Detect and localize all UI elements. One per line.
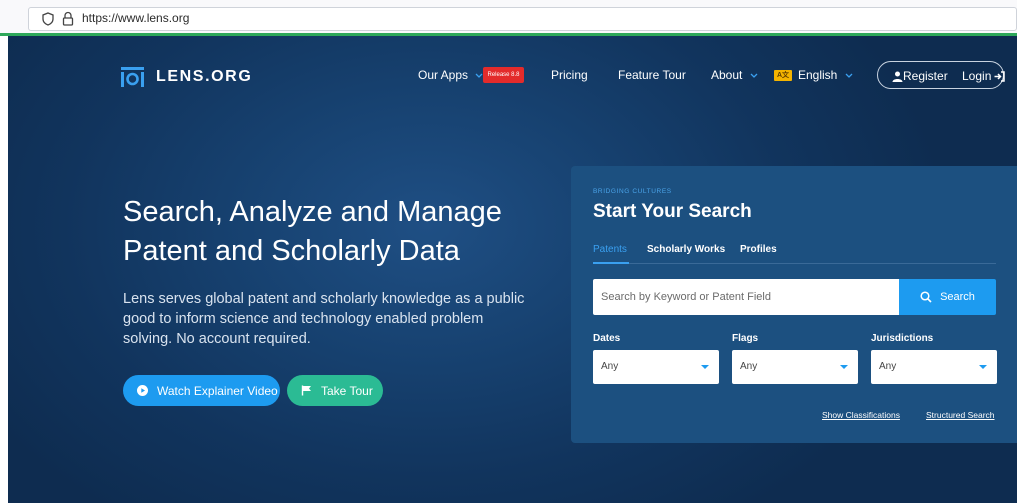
- jurisdictions-select[interactable]: Any: [871, 350, 997, 384]
- user-icon: [892, 71, 903, 82]
- nav-feature-tour[interactable]: Feature Tour: [618, 68, 686, 82]
- show-classifications-link[interactable]: Show Classifications: [822, 410, 900, 420]
- hero-subtext: Lens serves global patent and scholarly …: [123, 291, 525, 347]
- structured-search-link[interactable]: Structured Search: [926, 410, 995, 420]
- hero-headline: Search, Analyze and Manage Patent and Sc…: [123, 196, 502, 267]
- logo-text: LENS.ORG: [156, 68, 253, 85]
- nav-language-label: English: [798, 68, 838, 82]
- nav-about-label: About: [711, 68, 743, 82]
- filter-jurisdictions-label: Jurisdictions: [871, 333, 934, 344]
- nav-language[interactable]: A文 English: [774, 68, 853, 82]
- watch-video-label: Watch Explainer Video: [157, 383, 278, 398]
- hero-section: LENS.ORG Our Apps Release 8.8 Pricing Fe…: [8, 36, 1017, 503]
- url-text[interactable]: https://www.lens.org: [82, 11, 189, 25]
- tab-scholarly-works[interactable]: Scholarly Works: [647, 244, 725, 255]
- search-icon: [920, 291, 932, 303]
- jurisdictions-select-value: Any: [879, 361, 897, 372]
- shield-icon[interactable]: [41, 12, 55, 26]
- dates-select[interactable]: Any: [593, 350, 719, 384]
- search-input[interactable]: [593, 279, 899, 315]
- login-icon: [994, 70, 1006, 82]
- take-tour-button[interactable]: Take Tour: [287, 375, 383, 406]
- register-label: Register: [903, 69, 948, 83]
- nav-pricing[interactable]: Pricing: [551, 68, 588, 82]
- release-badge[interactable]: Release 8.8: [483, 67, 524, 83]
- panel-eyebrow: BRIDGING CULTURES: [593, 188, 672, 195]
- watch-video-button[interactable]: Watch Explainer Video: [123, 375, 280, 406]
- take-tour-label: Take Tour: [321, 383, 373, 398]
- login-label: Login: [962, 69, 992, 83]
- flags-select-value: Any: [740, 361, 758, 372]
- lock-icon[interactable]: [62, 11, 74, 26]
- caret-down-icon: [979, 365, 987, 369]
- active-tab-indicator: [593, 262, 629, 264]
- search-button[interactable]: Search: [899, 279, 996, 315]
- lens-logo-icon: [121, 67, 144, 87]
- auth-group: Register Login: [877, 61, 1006, 89]
- dates-select-value: Any: [601, 361, 619, 372]
- flags-select[interactable]: Any: [732, 350, 858, 384]
- flag-icon: [301, 385, 311, 396]
- filter-flags-label: Flags: [732, 333, 759, 344]
- language-flag-icon: A文: [774, 70, 792, 82]
- register-button[interactable]: Register: [892, 69, 948, 83]
- tab-divider: [593, 263, 996, 264]
- play-icon: [137, 385, 148, 396]
- chevron-down-icon: [845, 73, 853, 78]
- tab-patents[interactable]: Patents: [593, 244, 627, 255]
- nav-our-apps[interactable]: Our Apps: [418, 68, 483, 82]
- chevron-down-icon: [750, 73, 758, 78]
- nav-our-apps-label: Our Apps: [418, 68, 469, 82]
- caret-down-icon: [701, 365, 709, 369]
- filter-dates-label: Dates: [593, 333, 621, 344]
- caret-down-icon: [840, 365, 848, 369]
- browser-url-bar: https://www.lens.org: [0, 0, 1017, 33]
- search-panel: BRIDGING CULTURES Start Your Search Pate…: [571, 166, 1017, 443]
- tab-profiles[interactable]: Profiles: [740, 244, 777, 255]
- nav-about[interactable]: About: [711, 68, 758, 82]
- search-button-label: Search: [940, 291, 975, 303]
- login-button[interactable]: Login: [962, 69, 1006, 83]
- lens-logo[interactable]: LENS.ORG: [121, 67, 252, 87]
- panel-title: Start Your Search: [593, 201, 752, 222]
